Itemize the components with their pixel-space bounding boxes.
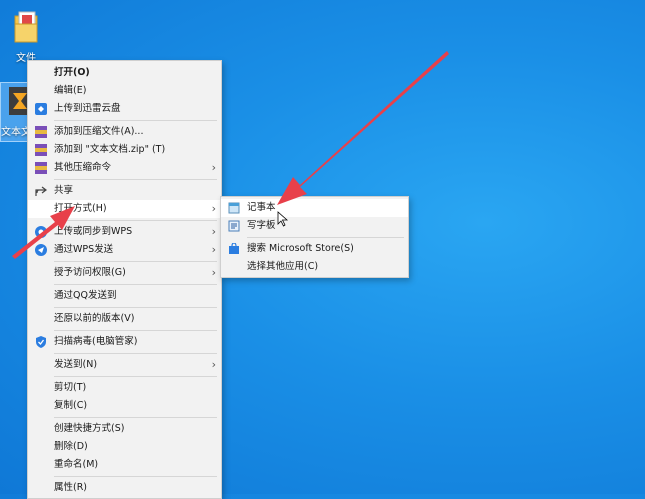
folder-icon (14, 11, 38, 43)
chevron-right-icon: › (211, 202, 216, 215)
menu-separator (54, 376, 217, 377)
archive-icon (35, 144, 47, 156)
menu-separator (54, 220, 217, 221)
menu-item-xunlei-upload[interactable]: 上传到迅雷云盘 (28, 100, 221, 118)
menu-item-delete[interactable]: 删除(D) (28, 438, 221, 456)
submenu-item-choose-app[interactable]: 选择其他应用(C) (221, 258, 408, 276)
menu-item-open-with[interactable]: 打开方式(H) › (28, 200, 221, 218)
chevron-right-icon: › (211, 243, 216, 256)
menu-item-restore-versions[interactable]: 还原以前的版本(V) (28, 310, 221, 328)
menu-separator (54, 476, 217, 477)
store-icon (229, 243, 239, 254)
submenu-item-wordpad[interactable]: 写字板 (221, 217, 408, 235)
wps-cloud-icon (35, 226, 47, 238)
menu-item-properties[interactable]: 属性(R) (28, 479, 221, 497)
archive-icon (35, 126, 47, 138)
wordpad-icon (228, 220, 240, 232)
cursor-icon (277, 211, 289, 227)
desktop-icon-folder[interactable]: 文件 (0, 10, 52, 64)
menu-item-other-compress[interactable]: 其他压缩命令 › (28, 159, 221, 177)
menu-separator (54, 307, 217, 308)
menu-item-edit[interactable]: 编辑(E) (28, 82, 221, 100)
menu-item-open[interactable]: 打开(O) (28, 64, 221, 82)
menu-separator (54, 261, 217, 262)
menu-item-add-zip[interactable]: 添加到 "文本文档.zip" (T) (28, 141, 221, 159)
share-icon (35, 186, 47, 196)
menu-item-rename[interactable]: 重命名(M) (28, 456, 221, 474)
menu-item-send-to[interactable]: 发送到(N) › (28, 356, 221, 374)
menu-item-share[interactable]: 共享 (28, 182, 221, 200)
chevron-right-icon: › (211, 358, 216, 371)
menu-item-create-shortcut[interactable]: 创建快捷方式(S) (28, 420, 221, 438)
menu-item-qq-send[interactable]: 通过QQ发送到 (28, 287, 221, 305)
chevron-right-icon: › (211, 225, 216, 238)
submenu-item-search-store[interactable]: 搜索 Microsoft Store(S) (221, 240, 408, 258)
notepad-icon (228, 202, 240, 214)
wps-send-icon (35, 244, 47, 256)
chevron-right-icon: › (211, 161, 216, 174)
menu-item-copy[interactable]: 复制(C) (28, 397, 221, 415)
menu-separator (247, 237, 404, 238)
menu-separator (54, 330, 217, 331)
menu-separator (54, 417, 217, 418)
menu-item-wps-send[interactable]: 通过WPS发送 › (28, 241, 221, 259)
menu-item-virus-scan[interactable]: 扫描病毒(电脑管家) (28, 333, 221, 351)
shield-icon (36, 336, 46, 348)
menu-item-wps-sync[interactable]: 上传或同步到WPS › (28, 223, 221, 241)
menu-item-grant-access[interactable]: 授予访问权限(G) › (28, 264, 221, 282)
menu-separator (54, 120, 217, 121)
chevron-right-icon: › (211, 266, 216, 279)
menu-separator (54, 353, 217, 354)
menu-item-add-archive[interactable]: 添加到压缩文件(A)... (28, 123, 221, 141)
menu-separator (54, 179, 217, 180)
xunlei-cloud-icon (35, 103, 47, 115)
menu-item-cut[interactable]: 剪切(T) (28, 379, 221, 397)
submenu-item-notepad[interactable]: 记事本 (221, 199, 408, 217)
open-with-submenu: 记事本 写字板 搜索 Microsoft Store(S) 选择其他应用(C) (220, 196, 409, 278)
menu-separator (54, 284, 217, 285)
archive-icon (35, 162, 47, 174)
context-menu: 打开(O) 编辑(E) 上传到迅雷云盘 添加到压缩文件(A)... 添加到 "文… (27, 60, 222, 499)
